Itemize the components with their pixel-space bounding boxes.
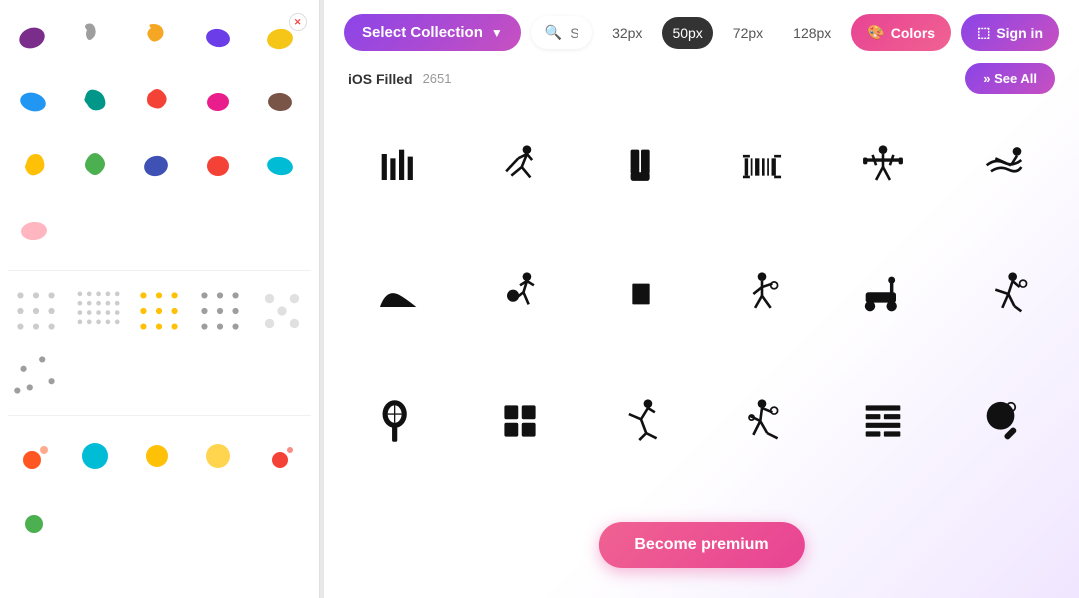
blob-yellow-selected[interactable]: ✕ [254,10,310,66]
icon-weightlifter[interactable] [827,112,938,223]
search-icon: 🔍 [545,24,562,41]
icon-mountain[interactable] [344,239,455,350]
dot-pattern-3[interactable] [131,283,187,339]
top-bar: Select Collection ▼ 🔍 32px 50px 72px 128… [324,0,1079,61]
collection-name: iOS Filled [348,71,413,87]
right-panel: Select Collection ▼ 🔍 32px 50px 72px 128… [324,0,1079,598]
blob-red2[interactable] [192,138,248,194]
circle-red[interactable] [254,428,310,484]
blob-teal[interactable] [69,74,125,130]
dot-pattern-1[interactable] [8,283,64,339]
icon-gymnast[interactable] [586,366,697,477]
circle-yellow2[interactable] [192,428,248,484]
icon-cricket-player[interactable] [465,112,576,223]
blob-purple[interactable] [8,10,64,66]
blob-brown[interactable] [254,74,310,130]
signin-icon: ⬚ [977,24,990,41]
icon-window-grid[interactable] [465,366,576,477]
signin-label: Sign in [996,25,1043,41]
circle-row-1 [8,428,311,484]
icon-barcode-building[interactable] [344,112,455,223]
premium-label: Become premium [634,536,768,553]
blob-pink[interactable] [192,74,248,130]
blob-lightpink[interactable] [8,202,64,258]
circle-green[interactable] [8,492,64,548]
blob-blue2[interactable] [131,138,187,194]
circle-row-2 [8,492,311,548]
divider-2 [8,415,311,416]
colors-button[interactable]: 🎨 Colors [851,14,951,51]
signin-button[interactable]: ⬚ Sign in [961,14,1059,51]
dot-pattern-4[interactable] [192,283,248,339]
left-panel: ✕ [0,0,320,598]
blob-orange[interactable] [131,10,187,66]
blob-row-4 [8,202,311,258]
icon-table-tennis[interactable] [707,366,818,477]
icon-baseball-mitt[interactable] [586,112,697,223]
dot-row-1 [8,283,311,339]
dot-pattern-5[interactable] [254,283,310,339]
icon-wall-grid[interactable] [827,366,938,477]
icon-tennis-player[interactable] [707,239,818,350]
search-input[interactable] [570,25,578,41]
select-collection-button[interactable]: Select Collection ▼ [344,14,521,51]
icon-tennis-racket[interactable] [344,366,455,477]
icon-lawn-mower[interactable] [827,239,938,350]
divider-1 [8,270,311,271]
become-premium-button[interactable]: Become premium [598,522,804,568]
blob-gray[interactable] [69,10,125,66]
see-all-label: » See All [983,71,1037,86]
search-box: 🔍 [531,16,592,49]
circle-orange[interactable] [8,428,64,484]
size-72px-button[interactable]: 72px [723,17,773,49]
size-50px-button[interactable]: 50px [662,17,712,49]
size-128px-button[interactable]: 128px [783,17,841,49]
sub-bar: iOS Filled 2651 » See All [324,61,1079,102]
blob-yellow2[interactable] [8,138,64,194]
blob-row-1: ✕ [8,10,311,66]
blob-indigo[interactable] [192,10,248,66]
icon-row-2 [344,239,1059,350]
blob-cyan[interactable] [254,138,310,194]
blob-row-3 [8,138,311,194]
see-all-button[interactable]: » See All [965,63,1055,94]
dot-pattern-2[interactable] [69,283,125,339]
icon-runner[interactable] [948,239,1059,350]
icon-row-3 [344,366,1059,477]
circle-yellow[interactable] [131,428,187,484]
icon-handball[interactable] [465,239,576,350]
circle-cyan[interactable] [69,428,125,484]
select-collection-label: Select Collection [362,24,483,41]
palette-icon: 🎨 [867,24,884,41]
collection-count: 2651 [423,71,452,86]
blob-red[interactable] [131,74,187,130]
remove-blob-btn[interactable]: ✕ [289,13,307,31]
dot-row-2 [8,347,311,403]
blob-blue[interactable] [8,74,64,130]
icon-swimmer[interactable] [948,112,1059,223]
icon-goal-net[interactable] [586,239,697,350]
blob-green[interactable] [69,138,125,194]
dot-pattern-6[interactable] [8,347,64,403]
colors-label: Colors [891,25,935,41]
icon-barcode-scanner[interactable] [707,112,818,223]
icon-row-1 [344,112,1059,223]
icon-ping-pong-paddle[interactable] [948,366,1059,477]
blob-row-2 [8,74,311,130]
size-32px-button[interactable]: 32px [602,17,652,49]
dropdown-arrow-icon: ▼ [491,26,503,40]
